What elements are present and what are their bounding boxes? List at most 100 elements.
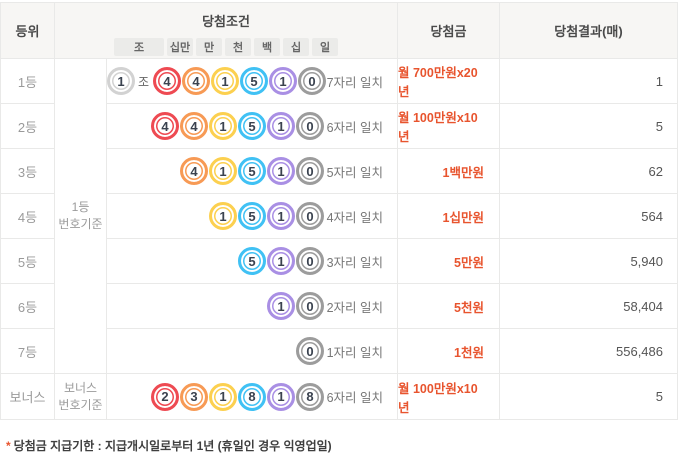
rank-cell: 4등 bbox=[1, 194, 55, 239]
prize-cell: 월 100만원x10년 bbox=[398, 104, 500, 149]
count-cell: 58,404 bbox=[500, 284, 677, 329]
match-label: 7자리 일치 bbox=[326, 75, 383, 90]
number-ball: 4 bbox=[151, 112, 179, 140]
number-ball: 0 bbox=[296, 202, 324, 230]
prize-cell: 1천원 bbox=[398, 329, 500, 374]
condition-cell: 1 5 1 0 4자리 일치 bbox=[107, 194, 398, 239]
number-ball: 1 bbox=[267, 112, 295, 140]
condition-cell: 0 1자리 일치 bbox=[107, 329, 398, 374]
group-cell-main-line: 1등 bbox=[71, 200, 90, 214]
number-ball: 1 bbox=[267, 202, 295, 230]
ball-group: 1510 bbox=[209, 202, 324, 230]
number-ball: 1 bbox=[209, 112, 237, 140]
match-label: 4자리 일치 bbox=[326, 210, 383, 225]
number-ball: 4 bbox=[182, 67, 211, 95]
condition-cell: 2 3 1 8 1 8 6자리 일치 bbox=[107, 374, 398, 419]
prize-cell: 5천원 bbox=[398, 284, 500, 329]
footnote-marker: * bbox=[6, 439, 11, 453]
number-ball: 5 bbox=[238, 157, 266, 185]
header-condition-title: 당첨조건 bbox=[202, 14, 250, 29]
number-ball: 1 bbox=[211, 67, 240, 95]
number-ball: 8 bbox=[296, 382, 324, 411]
ball-group: 231818 bbox=[151, 382, 324, 411]
group-cell-main-line: 번호기준 bbox=[58, 217, 103, 231]
page: 등위 당첨조건 조 십만 만 천 백 십 일 당첨금 당첨결과(매) 1등 1등 번… bbox=[0, 0, 680, 454]
count-cell: 62 bbox=[500, 149, 677, 194]
ball-group: 441510 bbox=[151, 112, 324, 140]
header-rank: 등위 bbox=[1, 3, 55, 59]
match-label: 5자리 일치 bbox=[326, 165, 383, 180]
digit-position-label-10k: 만 bbox=[196, 38, 222, 56]
number-ball: 0 bbox=[296, 337, 324, 365]
condition-cell: 4 4 1 5 1 0 6자리 일치 bbox=[107, 104, 398, 149]
number-ball: 0 bbox=[296, 157, 324, 185]
number-ball: 5 bbox=[238, 247, 266, 275]
count-cell: 5 bbox=[500, 104, 677, 149]
footnote-text: 당첨금 지급기한 : 지급개시일로부터 1년 (휴일인 경우 익영업일) bbox=[13, 439, 332, 453]
match-label: 6자리 일치 bbox=[326, 391, 383, 405]
footnote: * 당첨금 지급기한 : 지급개시일로부터 1년 (휴일인 경우 익영업일) bbox=[6, 437, 680, 454]
number-ball: 1 bbox=[267, 292, 295, 320]
prize-cell: 월 100만원x10년 bbox=[398, 374, 500, 419]
ball-group: 510 bbox=[238, 247, 324, 275]
count-cell: 556,486 bbox=[500, 329, 677, 374]
match-label: 6자리 일치 bbox=[326, 120, 383, 135]
rank-cell: 2등 bbox=[1, 104, 55, 149]
number-ball: 1 bbox=[267, 382, 295, 411]
number-ball: 5 bbox=[238, 112, 266, 140]
ball-group: 41510 bbox=[180, 157, 324, 185]
number-ball: 5 bbox=[238, 202, 266, 230]
digit-position-label-100: 백 bbox=[254, 38, 280, 56]
group-cell-bonus-line: 번호기준 bbox=[58, 397, 103, 412]
header-prize: 당첨금 bbox=[398, 3, 500, 59]
rank-cell: 5등 bbox=[1, 239, 55, 284]
header-condition: 당첨조건 조 십만 만 천 백 십 일 bbox=[55, 3, 398, 59]
number-ball: 0 bbox=[296, 112, 324, 140]
prize-cell: 1백만원 bbox=[398, 149, 500, 194]
number-ball: 1 bbox=[209, 382, 237, 411]
match-label: 2자리 일치 bbox=[326, 300, 383, 315]
digit-position-label-jo: 조 bbox=[114, 38, 164, 56]
number-ball: 0 bbox=[296, 247, 324, 275]
number-ball: 1 bbox=[267, 157, 295, 185]
prize-cell: 월 700만원x20년 bbox=[398, 59, 500, 104]
ball-group: 10 bbox=[267, 292, 324, 320]
condition-cell: 4 1 5 1 0 5자리 일치 bbox=[107, 149, 398, 194]
digit-position-label-1: 일 bbox=[312, 38, 338, 56]
count-cell: 5 bbox=[500, 374, 677, 419]
prize-cell: 5만원 bbox=[398, 239, 500, 284]
rank-cell: 1등 bbox=[1, 59, 55, 104]
rank-cell: 보너스 bbox=[1, 374, 55, 419]
condition-cell: 5 1 0 3자리 일치 bbox=[107, 239, 398, 284]
ball-group: 0 bbox=[296, 337, 324, 365]
count-cell: 1 bbox=[500, 59, 677, 104]
rank-cell: 3등 bbox=[1, 149, 55, 194]
jo-suffix: 조 bbox=[138, 74, 150, 89]
group-cell-main: 1등번호기준 bbox=[55, 59, 107, 374]
digit-position-strip: 조 십만 만 천 백 십 일 bbox=[114, 38, 397, 56]
number-ball: 1 bbox=[269, 67, 298, 95]
match-label: 1자리 일치 bbox=[326, 345, 383, 360]
number-ball: 1 bbox=[209, 202, 237, 230]
condition-cell: 1 조 4 4 1 5 1 0 7자리 일치 bbox=[107, 59, 398, 104]
digit-position-label-1k: 천 bbox=[225, 38, 251, 56]
digit-position-label-10: 십 bbox=[283, 38, 309, 56]
count-cell: 564 bbox=[500, 194, 677, 239]
number-ball: 0 bbox=[296, 292, 324, 320]
number-ball: 8 bbox=[238, 382, 266, 411]
lottery-table: 등위 당첨조건 조 십만 만 천 백 십 일 당첨금 당첨결과(매) 1등 1등 번… bbox=[0, 2, 678, 420]
number-ball: 4 bbox=[180, 112, 208, 140]
number-ball: 3 bbox=[180, 382, 208, 411]
match-label: 3자리 일치 bbox=[326, 255, 383, 270]
number-ball: 4 bbox=[180, 157, 208, 185]
number-ball: 4 bbox=[153, 67, 182, 95]
condition-cell: 1 0 2자리 일치 bbox=[107, 284, 398, 329]
group-cell-bonus-line: 보너스 bbox=[63, 380, 98, 395]
count-cell: 5,940 bbox=[500, 239, 677, 284]
rank-cell: 6등 bbox=[1, 284, 55, 329]
number-ball: 0 bbox=[298, 67, 327, 95]
number-ball: 1 bbox=[267, 247, 295, 275]
jo-ball: 1 bbox=[107, 67, 135, 95]
number-ball: 1 bbox=[209, 157, 237, 185]
number-ball: 5 bbox=[240, 67, 269, 95]
